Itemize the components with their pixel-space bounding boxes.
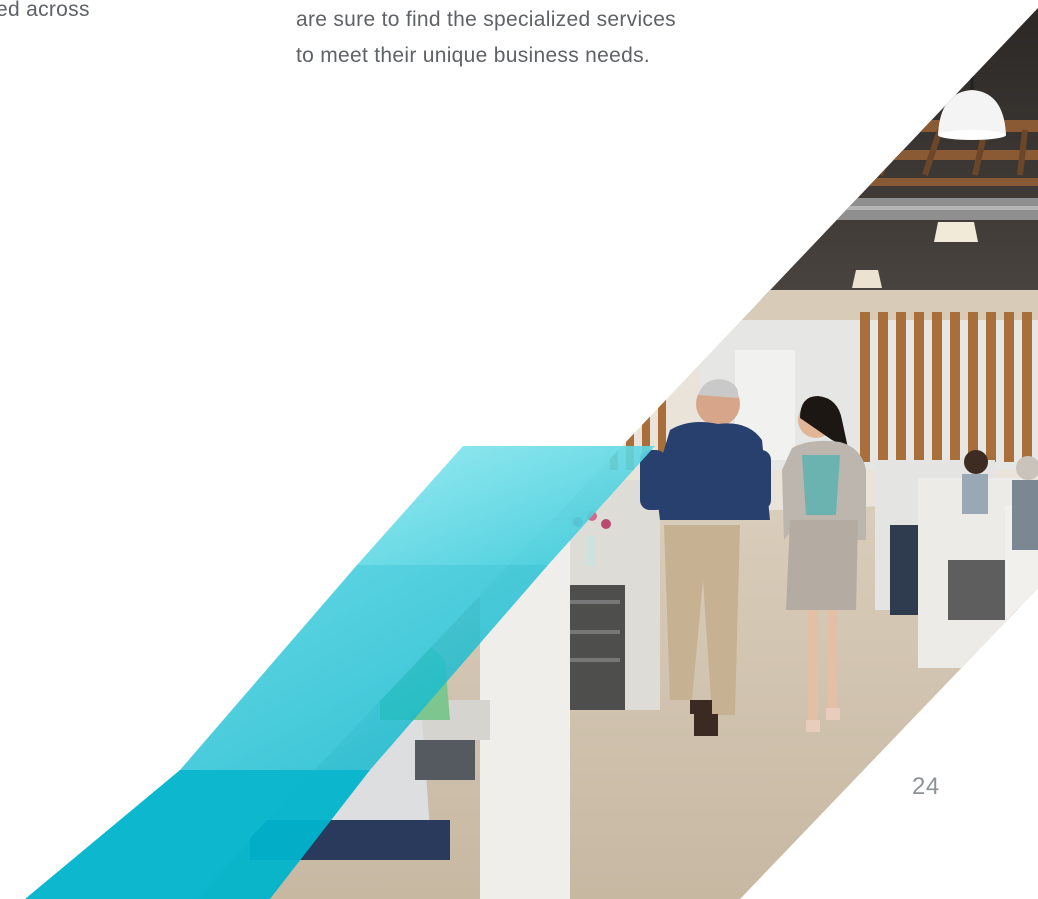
page-number: 24 (912, 773, 940, 800)
document-page: ed across are sure to find the specializ… (0, 0, 1038, 899)
office-photo (25, 8, 1038, 899)
